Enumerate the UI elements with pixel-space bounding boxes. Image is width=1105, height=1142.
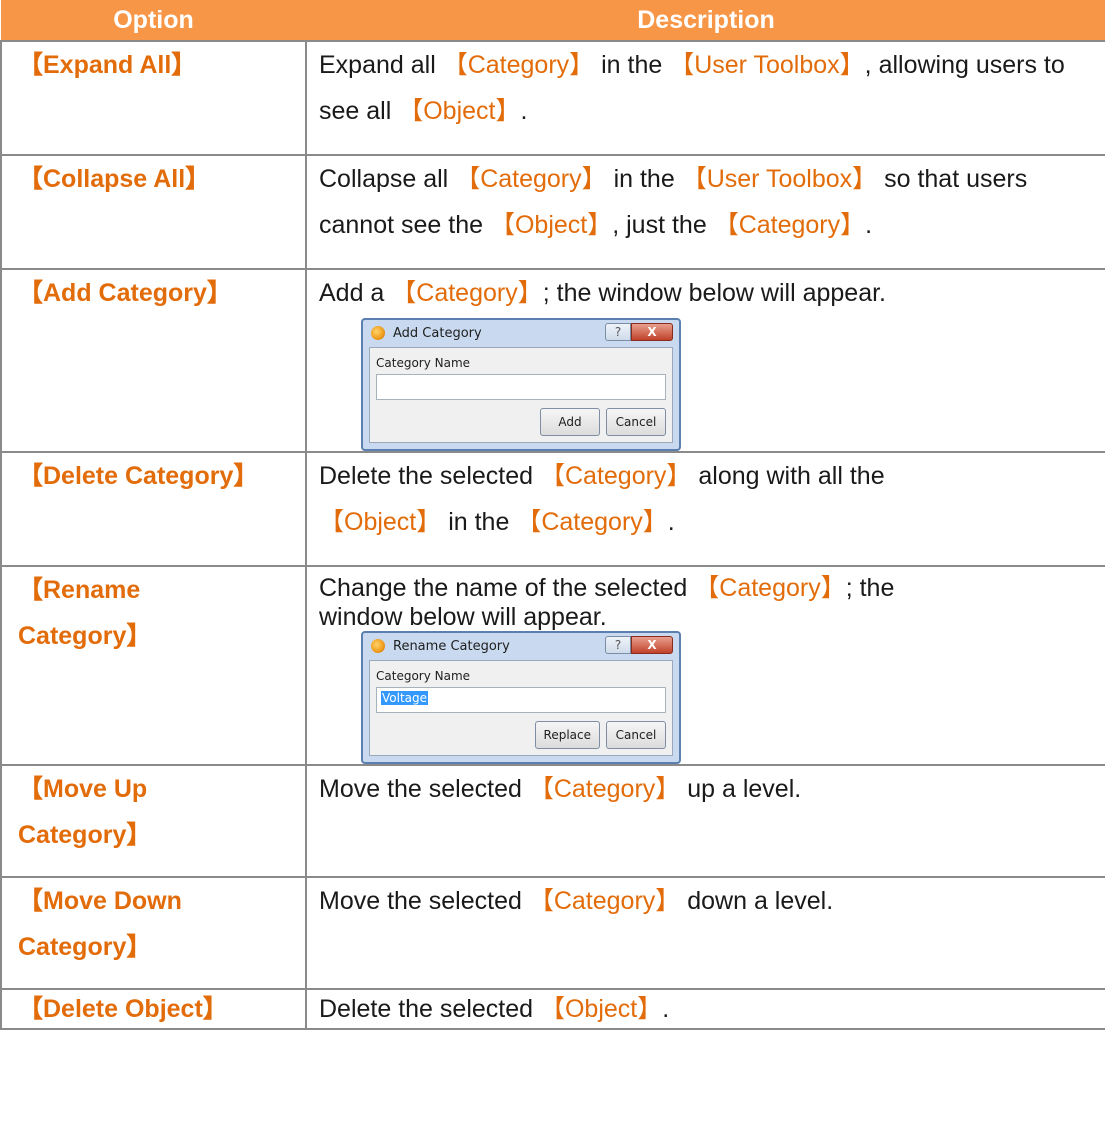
options-table: Option Description 【Expand All】 Expand a… [0, 0, 1105, 1030]
header-description: Description [305, 0, 1105, 41]
option-text: 【Move Up [18, 774, 148, 803]
app-icon [371, 639, 385, 653]
desc-text: in the [441, 507, 517, 536]
rename-category-dialog: Rename Category ? X Category Name Voltag… [361, 630, 681, 764]
desc-line: window below will appear. [319, 602, 607, 631]
table-header-row: Option Description [0, 0, 1105, 41]
desc-text: in the [606, 164, 682, 193]
description-rename-category: Change the name of the selected 【Categor… [305, 564, 1105, 766]
desc-term: 【Category】 [528, 886, 681, 915]
dialog-buttons: Add Cancel [376, 407, 666, 436]
add-button[interactable]: Add [540, 407, 600, 436]
desc-text: . [662, 994, 670, 1023]
desc-text: in the [594, 50, 670, 79]
dialog-title: Rename Category [393, 638, 510, 654]
description-expand-all: Expand all 【Category】 in the 【User Toolb… [305, 39, 1105, 156]
category-name-label: Category Name [376, 668, 471, 683]
dialog-title: Add Category [393, 325, 482, 341]
selected-text: Voltage [381, 690, 429, 705]
desc-text: Expand all [319, 50, 443, 79]
window-controls: ? X [605, 322, 673, 341]
option-delete-object: 【Delete Object】 [0, 987, 307, 1030]
desc-text: . [520, 96, 528, 125]
desc-term: 【Object】 [539, 994, 663, 1023]
desc-text: ; the [845, 573, 895, 602]
option-text: Category】 [18, 820, 152, 849]
cancel-button[interactable]: Cancel [606, 720, 666, 749]
option-move-down-category: 【Move Down Category】 [0, 875, 307, 990]
app-icon [371, 326, 385, 340]
desc-text: Delete the selected [319, 994, 540, 1023]
option-move-up-category: 【Move Up Category】 [0, 763, 307, 878]
option-text: 【Rename [18, 575, 141, 604]
cancel-button[interactable]: Cancel [606, 407, 666, 436]
desc-text: . [667, 507, 675, 536]
desc-text: down a level. [680, 886, 834, 915]
desc-text: Collapse all [319, 164, 456, 193]
close-icon[interactable]: X [631, 635, 673, 654]
desc-text: ; the window below will appear. [542, 278, 886, 307]
desc-term: 【Category】 [694, 573, 846, 602]
add-category-dialog: Add Category ? X Category Name Add Cance… [361, 317, 681, 451]
desc-term: 【Object】 [489, 210, 613, 239]
header-option: Option [0, 0, 307, 41]
category-name-label: Category Name [376, 355, 471, 370]
table-row: 【Delete Object】 Delete the selected 【Obj… [0, 987, 1105, 1030]
desc-line: Change the name of the selected 【Categor… [319, 567, 1095, 605]
description-delete-object: Delete the selected 【Object】. [305, 987, 1105, 1030]
desc-term: 【Category】 [713, 210, 866, 239]
desc-term: 【Category】 [539, 461, 692, 490]
description-add-category: Add a 【Category】; the window below will … [305, 267, 1105, 453]
desc-text: Delete the selected [319, 461, 540, 490]
replace-button[interactable]: Replace [534, 720, 600, 749]
category-name-field[interactable]: Voltage [376, 686, 666, 713]
option-expand-all: 【Expand All】 [0, 39, 307, 156]
description-collapse-all: Collapse all 【Category】 in the 【User Too… [305, 153, 1105, 270]
desc-text: along with all the [691, 461, 885, 490]
category-name-field[interactable] [376, 373, 666, 400]
desc-term: 【Category】 [455, 164, 607, 193]
desc-term: 【Object】 [398, 96, 521, 125]
table-row: 【Collapse All】 Collapse all 【Category】 i… [0, 153, 1105, 270]
option-text: Category】 [18, 621, 152, 650]
table-row: 【Expand All】 Expand all 【Category】 in th… [0, 39, 1105, 156]
option-text: 【Move Down [18, 886, 182, 915]
option-add-category: 【Add Category】 [0, 267, 307, 453]
desc-text: Move the selected [319, 774, 529, 803]
desc-text: up a level. [680, 774, 802, 803]
desc-text: Move the selected [319, 886, 529, 915]
table-row: 【Rename Category】 Change the name of the … [0, 564, 1105, 766]
table-row: 【Add Category】 Add a 【Category】; the win… [0, 267, 1105, 453]
dialog-body: Category Name Add Cancel [369, 346, 673, 443]
desc-text: , just the [612, 210, 714, 239]
option-collapse-all: 【Collapse All】 [0, 153, 307, 270]
desc-line: Add a 【Category】; the window below will … [319, 270, 1095, 316]
description-move-up-category: Move the selected 【Category】 up a level. [305, 763, 1105, 878]
option-rename-category: 【Rename Category】 [0, 564, 307, 766]
desc-text: Add a [319, 278, 392, 307]
close-icon[interactable]: X [631, 322, 673, 341]
desc-term: 【User Toolbox】 [669, 50, 865, 79]
dialog-body: Category Name Voltage Replace Cancel [369, 659, 673, 756]
help-icon[interactable]: ? [605, 635, 631, 654]
description-delete-category: Delete the selected 【Category】 along wit… [305, 450, 1105, 567]
option-delete-category: 【Delete Category】 [0, 450, 307, 567]
desc-term: 【Category】 [516, 507, 668, 536]
desc-text: Change the name of the selected [319, 573, 695, 602]
option-text: Category】 [18, 932, 152, 961]
desc-term: 【Category】 [391, 278, 543, 307]
table-row: 【Delete Category】 Delete the selected 【C… [0, 450, 1105, 567]
table-row: 【Move Down Category】 Move the selected 【C… [0, 875, 1105, 990]
table-row: 【Move Up Category】 Move the selected 【Cat… [0, 763, 1105, 878]
desc-term: 【Category】 [528, 774, 681, 803]
dialog-buttons: Replace Cancel [376, 720, 666, 749]
desc-term: 【Object】 [319, 507, 442, 536]
help-icon[interactable]: ? [605, 322, 631, 341]
description-move-down-category: Move the selected 【Category】 down a leve… [305, 875, 1105, 990]
desc-term: 【User Toolbox】 [681, 164, 878, 193]
window-controls: ? X [605, 635, 673, 654]
desc-text: . [865, 210, 873, 239]
desc-term: 【Category】 [442, 50, 595, 79]
